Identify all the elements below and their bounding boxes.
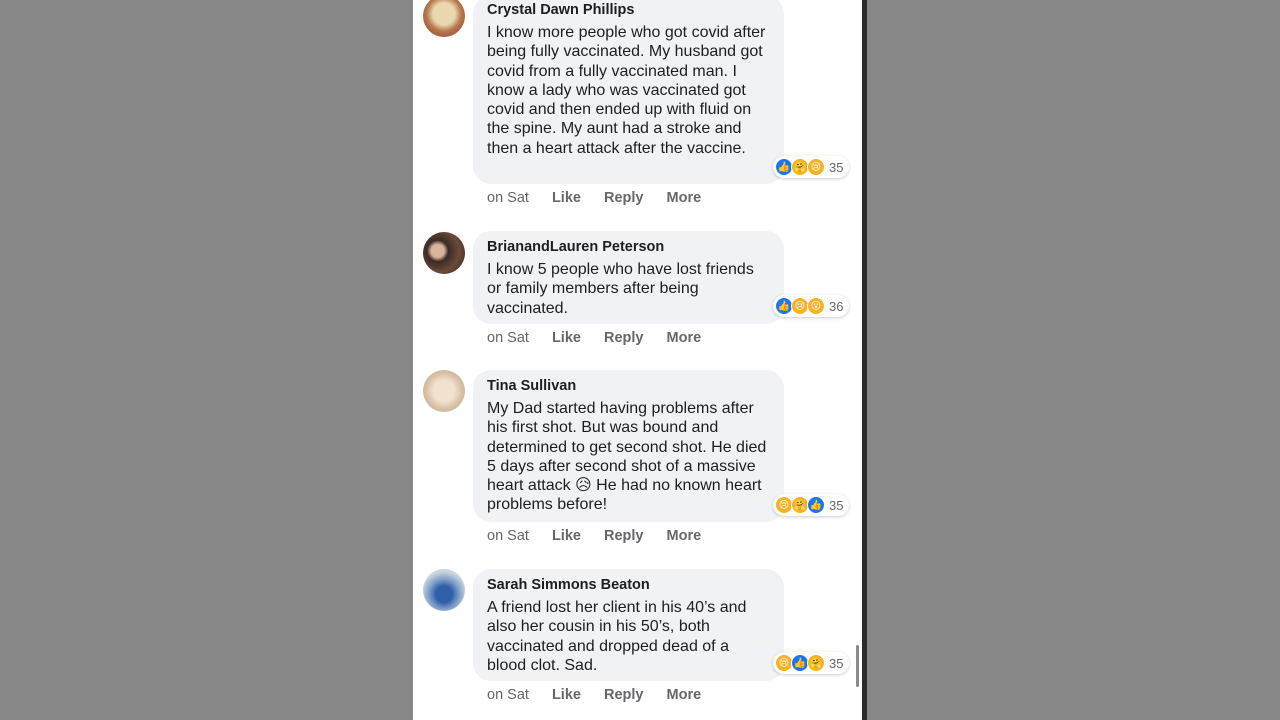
like-icon: 👍 — [807, 496, 825, 514]
reactions-summary[interactable]: 😢 🤗 👍 35 — [773, 494, 850, 516]
like-link[interactable]: Like — [552, 528, 581, 544]
reactions-summary[interactable]: 😢 👍 🤗 35 — [773, 652, 850, 674]
reply-link[interactable]: Reply — [604, 190, 644, 206]
avatar[interactable] — [423, 232, 465, 274]
sad-icon: 😢 — [807, 158, 825, 176]
reaction-count: 35 — [829, 655, 844, 671]
comment-actions: on Sat Like Reply More — [487, 687, 720, 703]
comment-author[interactable]: BrianandLauren Peterson — [487, 237, 770, 257]
window-edge — [862, 0, 867, 720]
comment-text: I know 5 people who have lost friends or… — [487, 261, 754, 317]
more-link[interactable]: More — [667, 330, 702, 346]
reactions-summary[interactable]: 👍 🤗 😢 35 — [773, 156, 850, 178]
comment-actions: on Sat Like Reply More — [487, 330, 720, 346]
care-icon: 🤗 — [807, 654, 825, 672]
comment-text: A friend lost her client in his 40’s and… — [487, 599, 747, 674]
more-link[interactable]: More — [667, 528, 702, 544]
comment-timestamp[interactable]: on Sat — [487, 190, 529, 206]
comment-bubble: Sarah Simmons Beaton A friend lost her c… — [473, 569, 784, 681]
comment-bubble: BrianandLauren Peterson I know 5 people … — [473, 231, 784, 324]
comment-bubble: Crystal Dawn Phillips I know more people… — [473, 0, 784, 184]
comment-actions: on Sat Like Reply More — [487, 190, 720, 206]
reaction-count: 35 — [829, 159, 844, 175]
comment-author[interactable]: Sarah Simmons Beaton — [487, 575, 770, 595]
avatar[interactable] — [423, 0, 465, 37]
comment-timestamp[interactable]: on Sat — [487, 330, 529, 346]
comment-timestamp[interactable]: on Sat — [487, 528, 529, 544]
avatar[interactable] — [423, 569, 465, 611]
reply-link[interactable]: Reply — [604, 330, 644, 346]
comments-panel: Crystal Dawn Phillips I know more people… — [413, 0, 865, 720]
scrollbar[interactable] — [856, 645, 859, 687]
avatar[interactable] — [423, 370, 465, 412]
reply-link[interactable]: Reply — [604, 528, 644, 544]
comment-actions: on Sat Like Reply More — [487, 528, 720, 544]
comment-author[interactable]: Tina Sullivan — [487, 376, 770, 396]
reactions-summary[interactable]: 👍 😢 😮 36 — [773, 295, 850, 317]
comment-bubble: Tina Sullivan My Dad started having prob… — [473, 370, 784, 522]
comment-text: I know more people who got covid after b… — [487, 24, 766, 157]
like-link[interactable]: Like — [552, 687, 581, 703]
like-link[interactable]: Like — [552, 190, 581, 206]
like-link[interactable]: Like — [552, 330, 581, 346]
more-link[interactable]: More — [667, 687, 702, 703]
reaction-count: 35 — [829, 497, 844, 513]
comment-author[interactable]: Crystal Dawn Phillips — [487, 0, 770, 20]
comment-text: My Dad started having problems after his… — [487, 400, 767, 514]
reaction-count: 36 — [829, 298, 844, 314]
reply-link[interactable]: Reply — [604, 687, 644, 703]
more-link[interactable]: More — [667, 190, 702, 206]
comment-timestamp[interactable]: on Sat — [487, 687, 529, 703]
wow-icon: 😮 — [807, 297, 825, 315]
